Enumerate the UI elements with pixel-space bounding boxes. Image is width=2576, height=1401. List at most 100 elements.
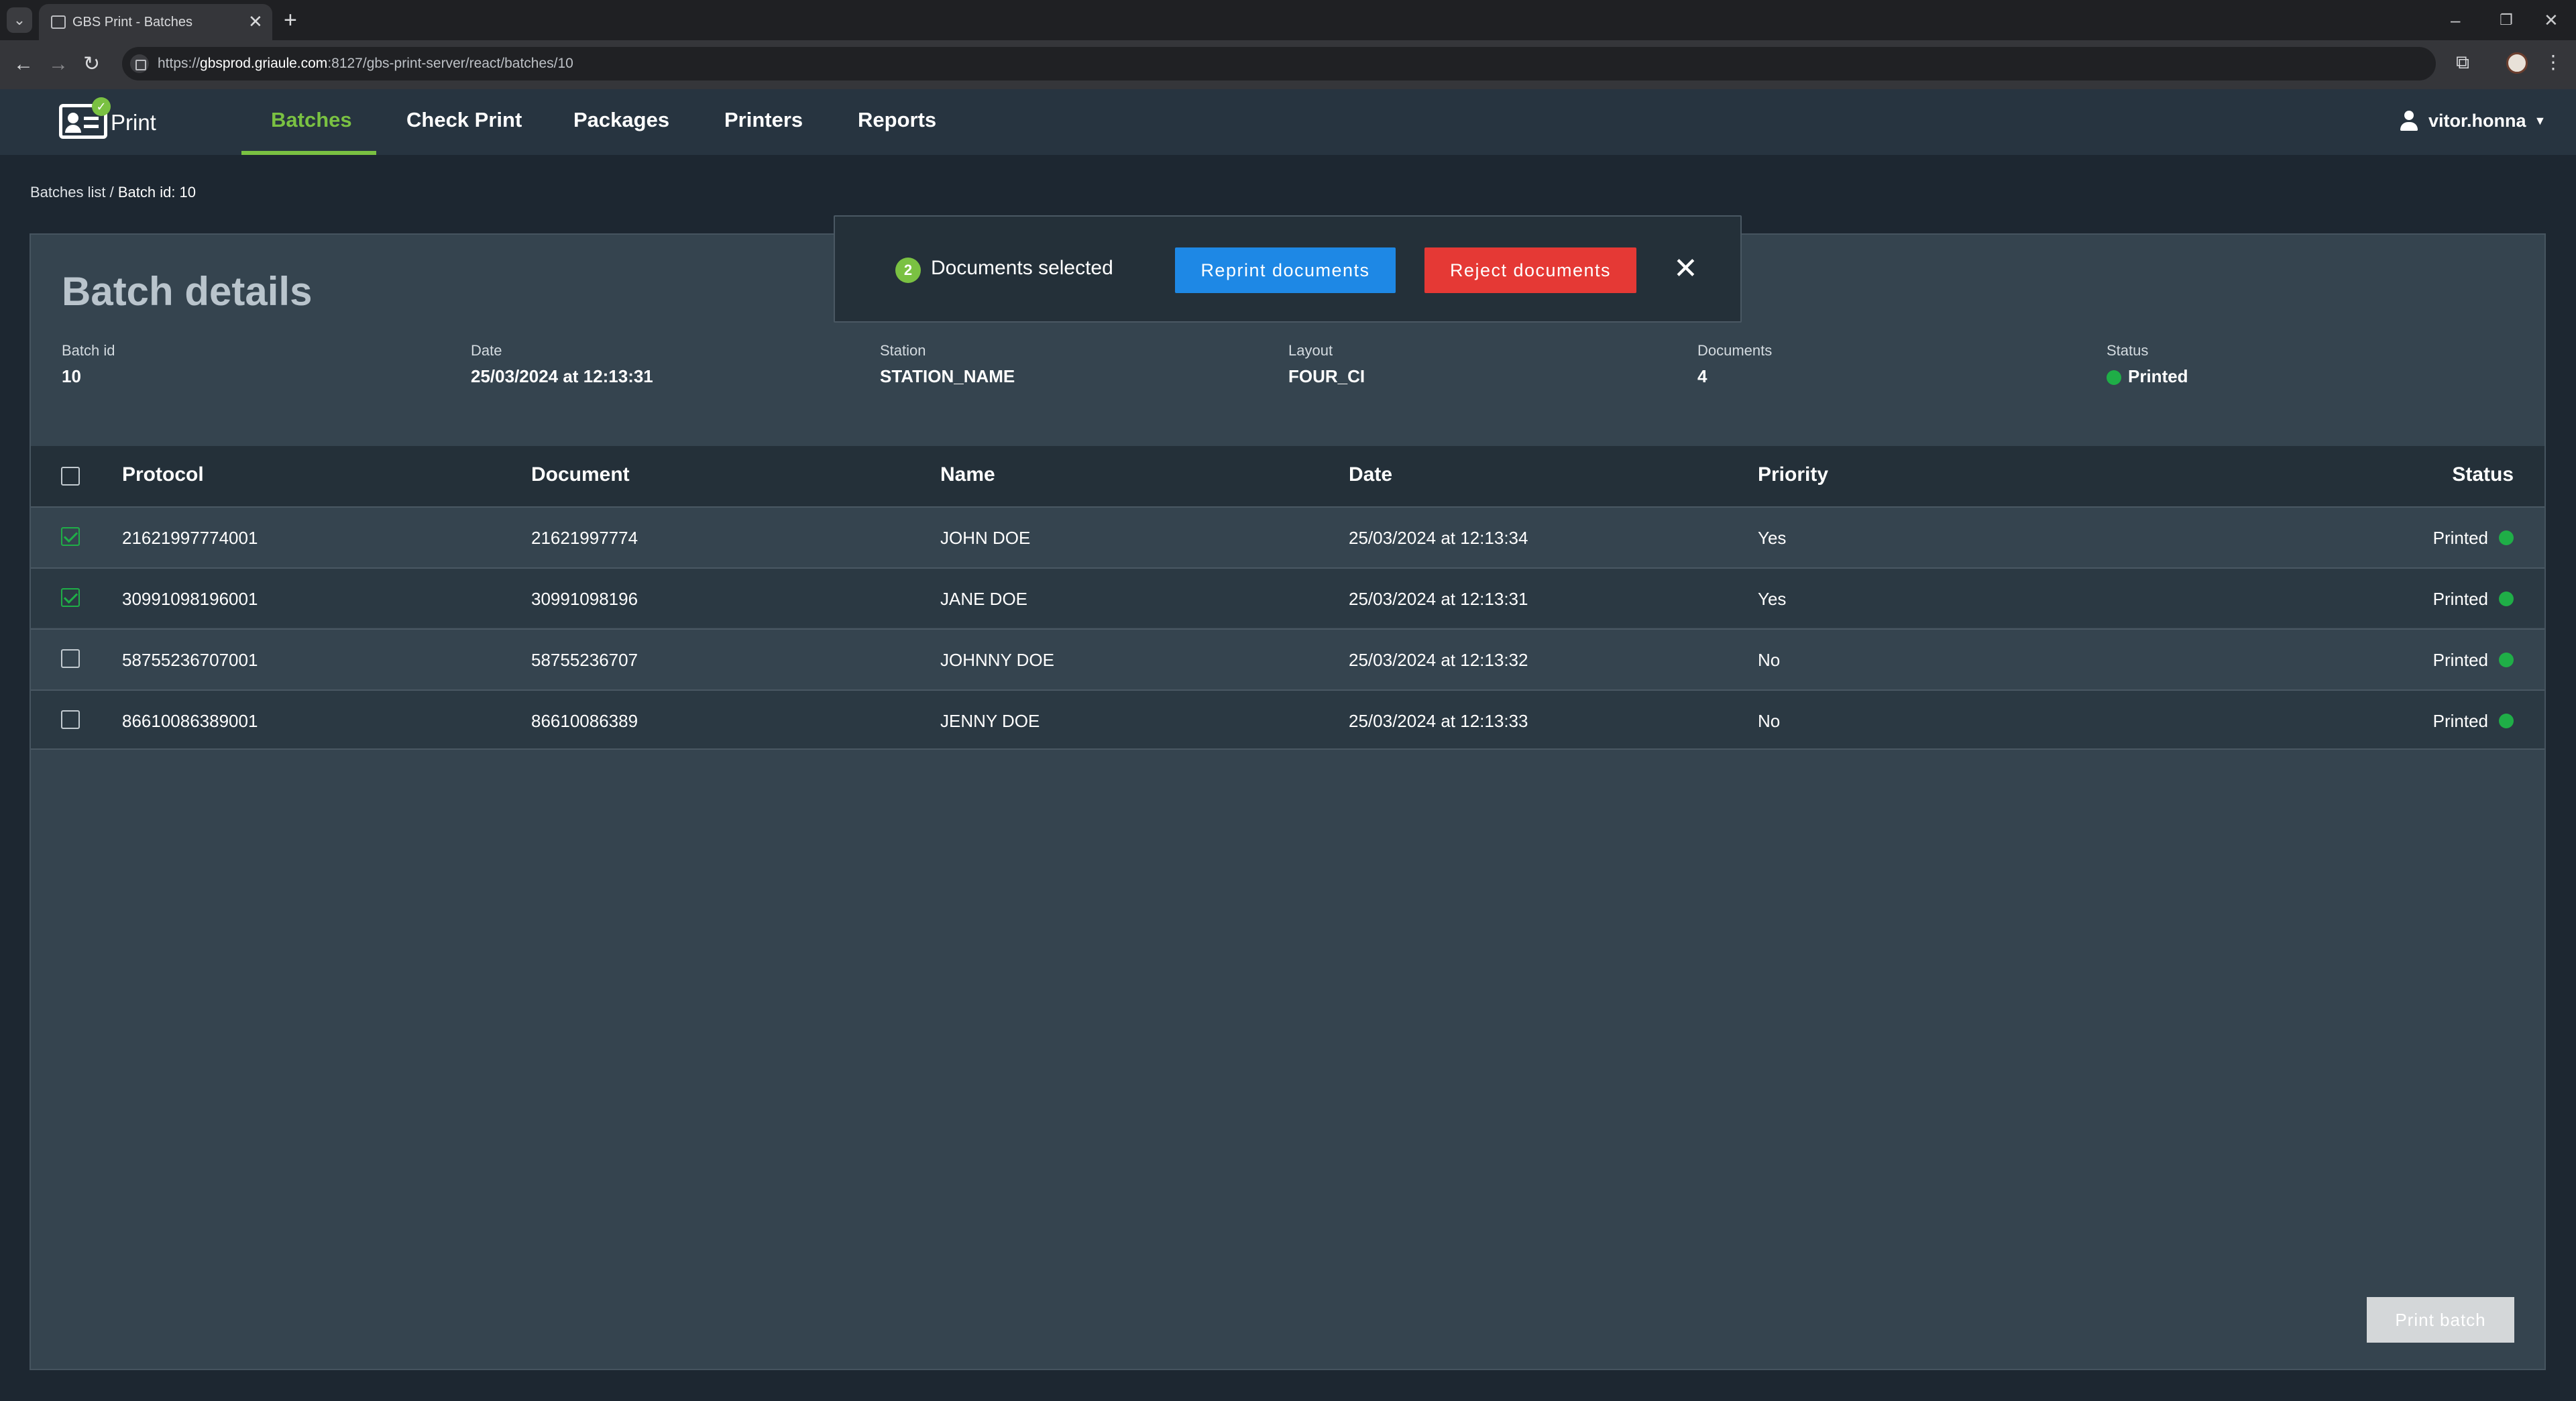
active-nav-indicator [241,151,376,155]
cell-date: 25/03/2024 at 12:13:34 [1349,528,1528,548]
meta-layout: Layout FOUR_CI [1288,342,1365,387]
status-text: Printed [2432,650,2488,670]
back-arrow-icon[interactable]: ← [13,51,34,78]
user-menu[interactable]: vitor.honna ▼ [2399,109,2546,136]
forward-arrow-icon[interactable]: → [48,51,68,78]
window-minimize-icon[interactable]: – [2451,7,2460,34]
tab-favicon-icon [51,15,66,29]
batch-details-card: Batch details Batch id 10 Date 25/03/202… [30,233,2546,1370]
window-close-icon[interactable]: ✕ [2544,7,2559,34]
row-checkbox[interactable] [61,588,80,607]
cell-name: JOHNNY DOE [940,650,1054,670]
cell-document: 86610086389 [531,711,638,731]
selected-count-badge: 2 [895,258,921,283]
status-text: Printed [2432,528,2488,548]
reload-icon[interactable]: ↻ [83,51,100,78]
status-text: Printed [2432,711,2488,731]
cell-status: Printed [2433,528,2514,549]
page-title: Batch details [62,269,313,314]
breadcrumb: Batches list / Batch id: 10 [30,184,196,201]
tab-close-icon[interactable]: ✕ [248,13,263,30]
site-info-icon[interactable] [130,54,149,73]
meta-value: Printed [2107,366,2188,387]
cell-priority: Yes [1758,589,1787,609]
column-header-document[interactable]: Document [531,463,630,486]
reject-documents-button[interactable]: Reject documents [1424,247,1636,293]
table-row[interactable]: 86610086389001 86610086389 JENNY DOE 25/… [31,689,2544,750]
url-text: https://gbsprod.griaule.com:8127/gbs-pri… [158,56,573,71]
cell-name: JANE DOE [940,589,1028,609]
row-checkbox[interactable] [61,527,80,546]
meta-label: Station [880,342,926,359]
nav-printers[interactable]: Printers [724,108,803,132]
new-tab-plus-icon[interactable]: + [284,7,297,34]
tab-search-chevron-icon[interactable]: ⌄ [7,7,32,33]
reprint-documents-button[interactable]: Reprint documents [1175,247,1396,293]
cell-date: 25/03/2024 at 12:13:33 [1349,711,1528,731]
table-row[interactable]: 58755236707001 58755236707 JOHNNY DOE 25… [31,628,2544,689]
column-header-date[interactable]: Date [1349,463,1392,486]
cell-protocol: 30991098196001 [122,589,258,609]
meta-value: 10 [62,366,81,386]
nav-packages[interactable]: Packages [573,108,669,132]
user-icon [2399,109,2419,132]
meta-label: Batch id [62,342,115,359]
breadcrumb-current: Batch id: 10 [117,184,197,201]
cell-date: 25/03/2024 at 12:13:32 [1349,650,1528,670]
column-header-status[interactable]: Status [2452,463,2514,486]
browser-menu-kebab-icon[interactable]: ⋮ [2543,52,2563,72]
cell-document: 58755236707 [531,650,638,670]
cell-priority: No [1758,711,1781,731]
browser-toolbar: ← → ↻ https://gbsprod.griaule.com:8127/g… [0,40,2576,89]
breadcrumb-separator: / [105,184,118,201]
table-row[interactable]: 30991098196001 30991098196 JANE DOE 25/0… [31,567,2544,628]
meta-batch-id: Batch id 10 [62,342,115,387]
meta-value: 25/03/2024 at 12:13:31 [471,366,653,386]
meta-status: Status Printed [2107,342,2188,387]
cell-protocol: 86610086389001 [122,711,258,731]
meta-value: 4 [1697,366,1707,386]
row-checkbox[interactable] [61,649,80,668]
close-icon[interactable]: ✕ [1673,254,1698,284]
status-text: Printed [2128,366,2188,386]
cell-name: JENNY DOE [940,711,1040,731]
tab-title: GBS Print - Batches [72,15,192,30]
select-all-checkbox[interactable] [61,467,80,486]
column-header-priority[interactable]: Priority [1758,463,1828,486]
nav-batches[interactable]: Batches [271,108,352,132]
column-header-protocol[interactable]: Protocol [122,463,204,486]
cell-status: Printed [2433,589,2514,610]
selected-text: Documents selected [931,257,1113,279]
table-header: Protocol Document Name Date Priority Sta… [31,446,2544,506]
breadcrumb-batches-list[interactable]: Batches list [30,184,106,201]
row-checkbox[interactable] [61,710,80,729]
address-bar[interactable]: https://gbsprod.griaule.com:8127/gbs-pri… [122,47,2436,80]
print-batch-button[interactable]: Print batch [2367,1297,2514,1343]
meta-label: Layout [1288,342,1333,359]
cell-date: 25/03/2024 at 12:13:31 [1349,589,1528,609]
profile-avatar-icon[interactable] [2506,52,2528,74]
app-header: ✓ Print Batches Check Print Packages Pri… [0,89,2576,155]
cell-status: Printed [2433,711,2514,732]
status-dot-icon [2107,370,2121,386]
cell-document: 21621997774 [531,528,638,548]
meta-date: Date 25/03/2024 at 12:13:31 [471,342,653,387]
column-header-name[interactable]: Name [940,463,995,486]
status-dot-icon [2499,592,2514,607]
cell-protocol: 21621997774001 [122,528,258,548]
nav-reports[interactable]: Reports [858,108,936,132]
window-restore-icon[interactable]: ❐ [2500,7,2513,34]
logo-text: Print [111,110,156,135]
cell-priority: No [1758,650,1781,670]
extensions-puzzle-icon[interactable]: ⧉ [2453,52,2473,72]
browser-tab[interactable]: GBS Print - Batches ✕ [39,4,272,40]
status-dot-icon [2499,530,2514,546]
user-name: vitor.honna [2428,110,2526,131]
cell-status: Printed [2433,650,2514,671]
table-row[interactable]: 21621997774001 21621997774 JOHN DOE 25/0… [31,506,2544,567]
selection-toolbar: 2 Documents selected Reprint documents R… [834,215,1742,323]
cell-priority: Yes [1758,528,1787,548]
cell-protocol: 58755236707001 [122,650,258,670]
status-dot-icon [2499,714,2514,729]
nav-check-print[interactable]: Check Print [406,108,522,132]
